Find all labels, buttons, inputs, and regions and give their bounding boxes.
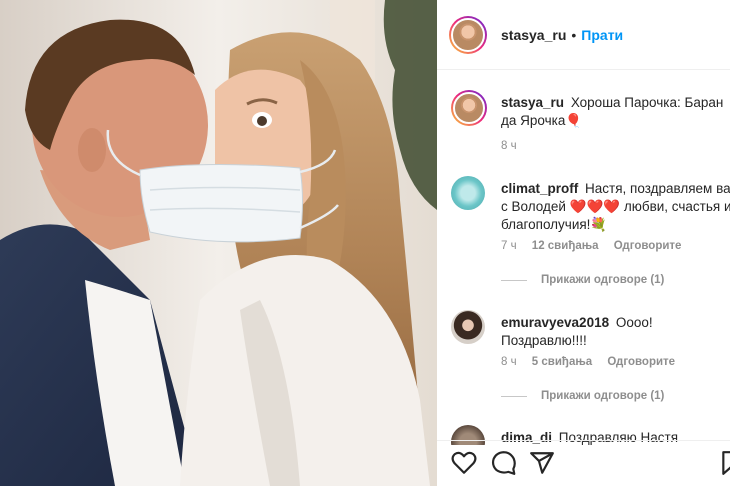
comment-icon[interactable] <box>491 450 517 476</box>
commenter-avatar[interactable] <box>451 176 485 210</box>
caption-time[interactable]: 8 ч <box>501 140 517 152</box>
author-username[interactable]: stasya_ru <box>501 27 566 43</box>
heart-icon[interactable] <box>451 450 477 476</box>
comment-time[interactable]: 7 ч <box>501 240 517 252</box>
comment-username[interactable]: climat_proff <box>501 181 578 196</box>
comment-username[interactable]: emuravyeva2018 <box>501 315 609 330</box>
save-icon[interactable] <box>719 450 730 476</box>
view-replies-button[interactable]: Прикажи одговоре (1) <box>501 390 664 402</box>
follow-button[interactable]: Прати <box>581 27 623 43</box>
comment-likes[interactable]: 5 свиђања <box>532 356 592 368</box>
view-replies-label: Прикажи одговоре (1) <box>541 390 665 402</box>
replies-divider <box>501 395 527 397</box>
caption-username[interactable]: stasya_ru <box>501 95 564 110</box>
view-replies-button[interactable]: Прикажи одговоре (1) <box>501 274 664 286</box>
view-replies-label: Прикажи одговоре (1) <box>541 274 665 286</box>
replies-divider <box>501 279 527 281</box>
post-photo[interactable] <box>0 0 437 486</box>
couple-photo-image <box>0 0 437 486</box>
comment-hearts: ❤️❤️❤️ <box>569 199 621 214</box>
commenter-avatar[interactable] <box>451 310 485 344</box>
reply-button[interactable]: Одговорите <box>607 356 675 368</box>
comment-item: climat_proff Настя, поздравляем вас с Во… <box>451 176 730 286</box>
share-icon[interactable] <box>529 450 555 476</box>
separator-dot: • <box>571 26 577 43</box>
post-side-panel: stasya_ru • Прати stasya_ru Хороша Пароч… <box>437 0 730 486</box>
post-header: stasya_ru • Прати <box>437 0 730 70</box>
author-avatar[interactable] <box>449 15 487 54</box>
reply-button[interactable]: Одговорите <box>614 240 682 252</box>
comment-item: emuravyeva2018 Оооо! Поздравлю!!!! 8 ч 5… <box>451 310 730 380</box>
comment-likes[interactable]: 12 свиђања <box>532 240 599 252</box>
comment-time[interactable]: 8 ч <box>501 356 517 368</box>
post-caption: stasya_ru Хороша Парочка: Баран да Ярочк… <box>451 90 730 160</box>
post-action-bar <box>437 440 730 486</box>
caption-avatar[interactable] <box>451 90 487 126</box>
